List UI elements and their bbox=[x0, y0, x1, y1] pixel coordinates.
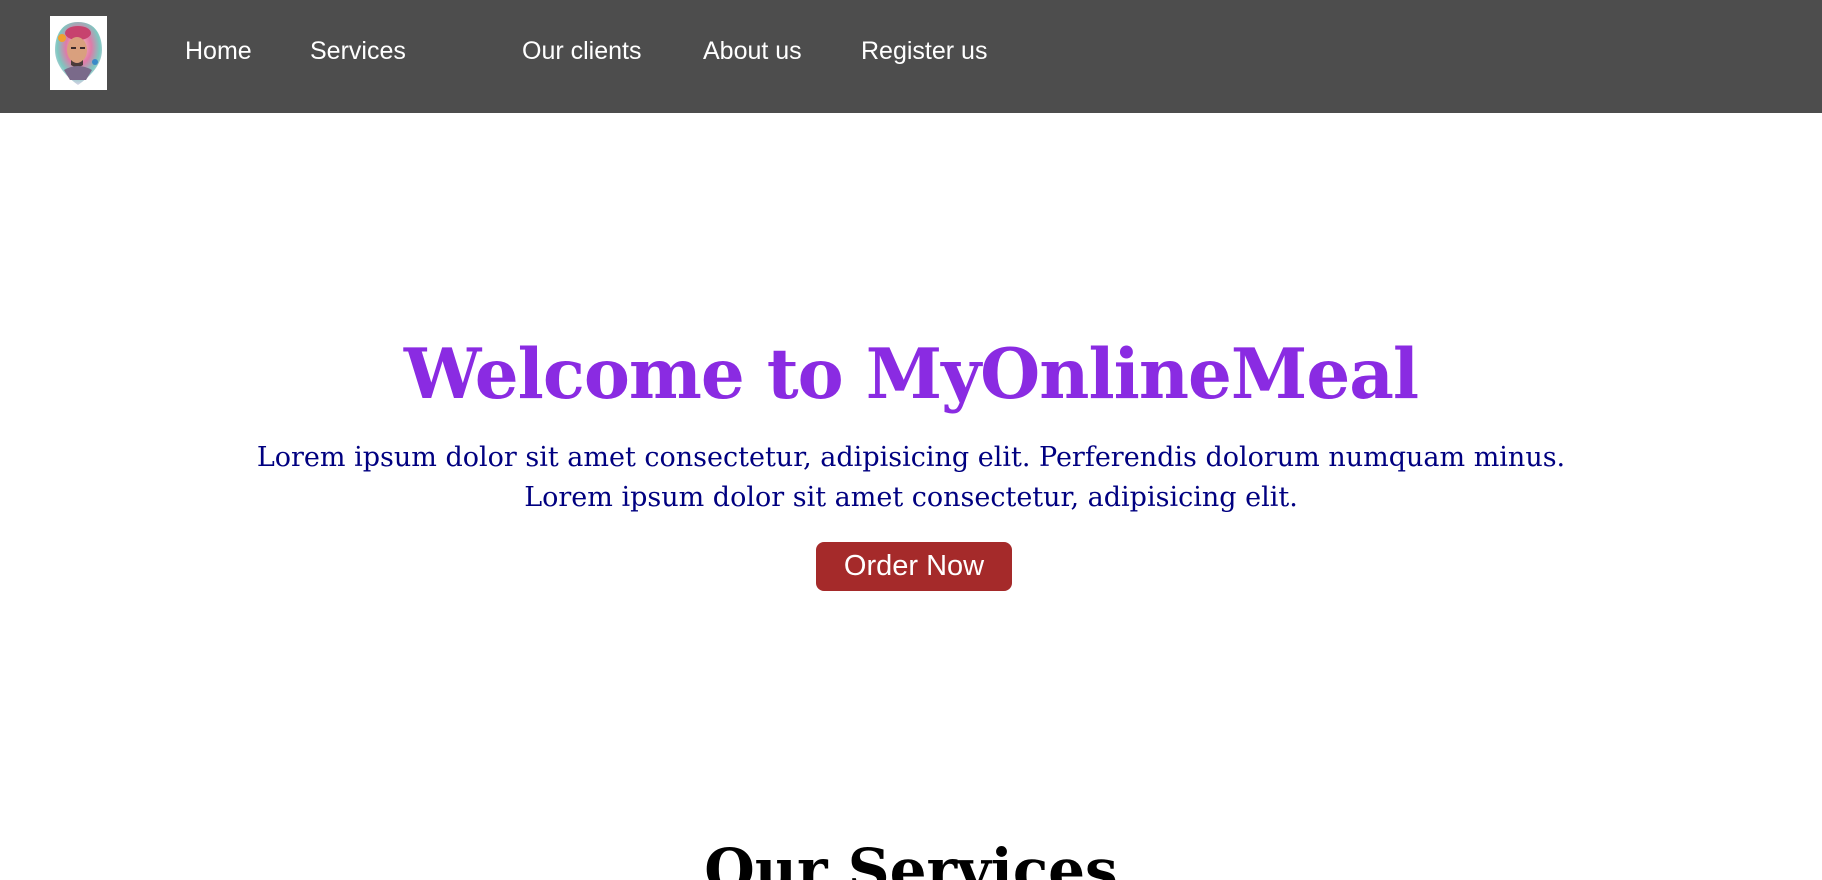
hero-text-line-2: Lorem ipsum dolor sit amet consectetur, … bbox=[524, 482, 1298, 513]
services-section-title: Our Services bbox=[704, 836, 1118, 880]
hero-text-line-1: Lorem ipsum dolor sit amet consectetur, … bbox=[256, 442, 1566, 473]
profile-avatar-icon bbox=[55, 22, 102, 85]
navbar: Home Services Our clients About us Regis… bbox=[0, 0, 1822, 113]
nav-link-home[interactable]: Home bbox=[185, 36, 252, 66]
order-now-button[interactable]: Order Now bbox=[816, 542, 1012, 591]
hero-section: Welcome to MyOnlineMeal Lorem ipsum dolo… bbox=[0, 113, 1822, 713]
hero-title: Welcome to MyOnlineMeal bbox=[403, 334, 1419, 415]
nav-link-about-us[interactable]: About us bbox=[703, 36, 802, 66]
logo[interactable] bbox=[50, 16, 107, 90]
nav-link-our-clients[interactable]: Our clients bbox=[522, 36, 641, 66]
nav-link-services[interactable]: Services bbox=[310, 36, 406, 66]
nav-link-register-us[interactable]: Register us bbox=[861, 36, 987, 66]
